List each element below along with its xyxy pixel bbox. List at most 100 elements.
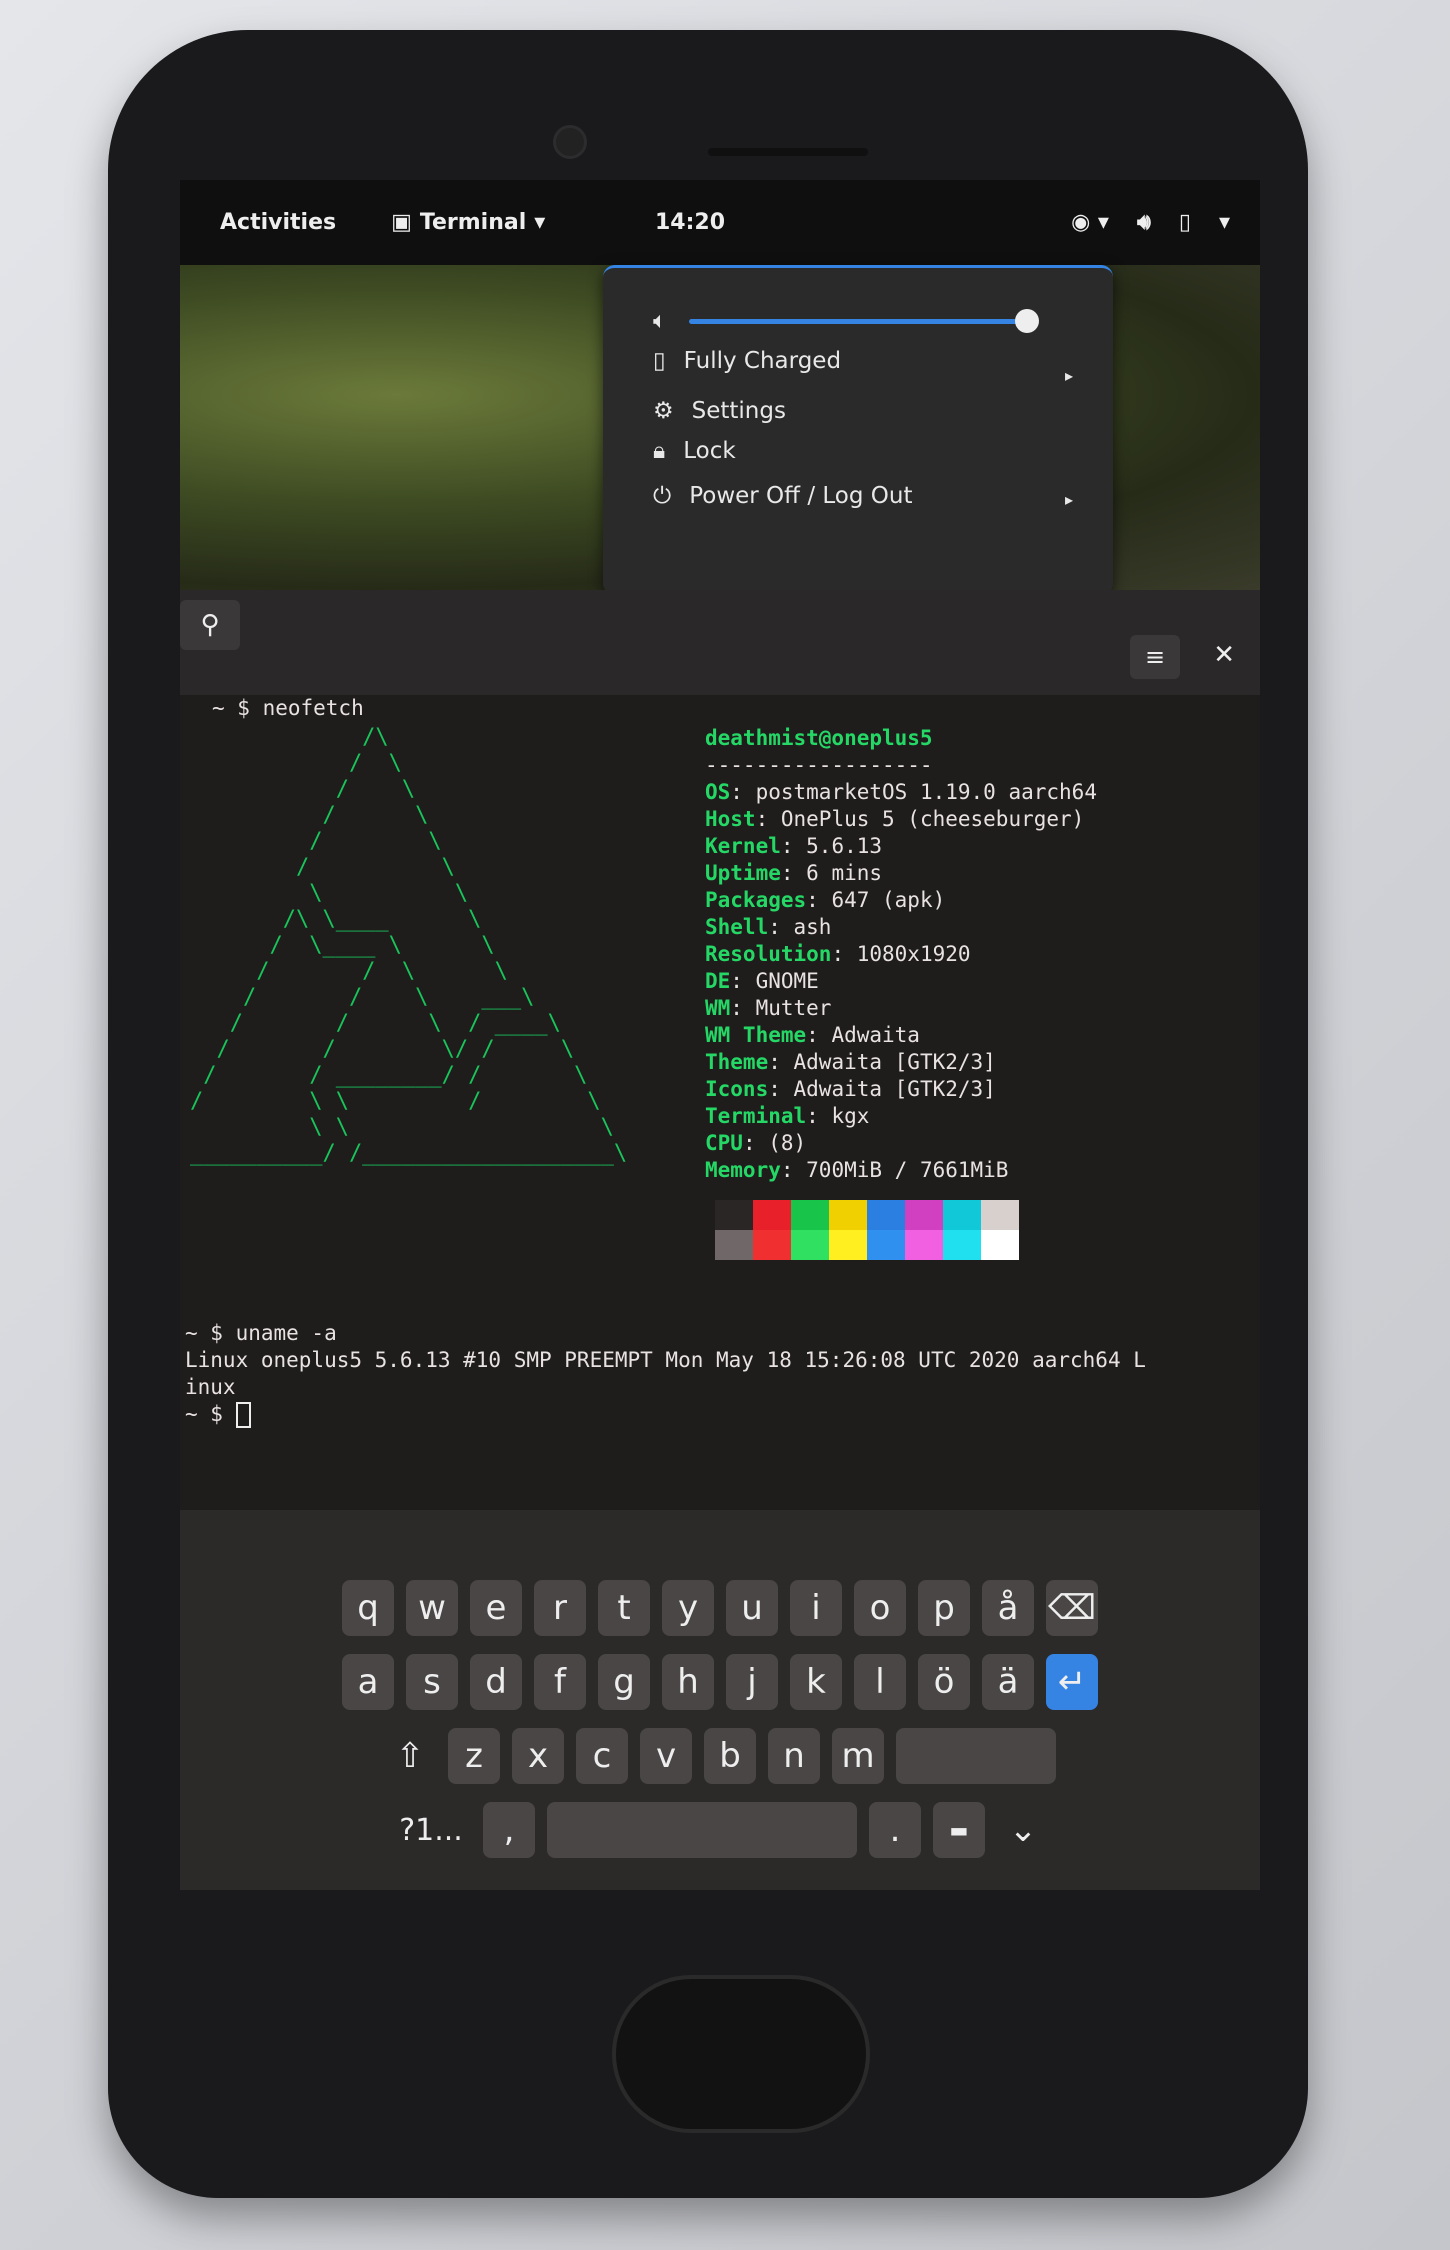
close-button[interactable]: ✕ [1213, 640, 1235, 670]
key[interactable]: e [470, 1580, 522, 1636]
earpiece [708, 148, 868, 156]
key[interactable]: i [790, 1580, 842, 1636]
enter-key[interactable]: ↵ [1046, 1654, 1098, 1710]
command-output: Linux oneplus5 5.6.13 #10 SMP PREEMPT Mo… [185, 1348, 1146, 1399]
info-value: postmarketOS 1.19.0 aarch64 [755, 780, 1097, 804]
menu-item-battery[interactable]: ▯ Fully Charged [653, 348, 1093, 374]
emoji-key[interactable]: ▬ [933, 1802, 985, 1858]
key[interactable]: g [598, 1654, 650, 1710]
info-line: WM Theme: Adwaita [705, 1023, 920, 1047]
app-menu[interactable]: ▣ Terminal ▾ [391, 210, 545, 235]
key[interactable]: ö [918, 1654, 970, 1710]
menu-item-lock[interactable]: 🔒︎ Lock [653, 438, 736, 464]
palette-swatch [981, 1230, 1019, 1260]
palette-swatch [715, 1200, 753, 1230]
palette-swatch [715, 1230, 753, 1260]
info-value: 1080x1920 [856, 942, 971, 966]
symbols-key[interactable]: ?1... [391, 1802, 471, 1858]
volume-icon: 🔊︎ [1136, 210, 1151, 235]
info-line: Shell: ash [705, 915, 832, 939]
settings-label: Settings [691, 398, 786, 424]
key[interactable]: z [448, 1728, 500, 1784]
palette-swatch [867, 1230, 905, 1260]
info-key: Packages [705, 888, 807, 912]
key[interactable]: w [406, 1580, 458, 1636]
volume-track[interactable] [688, 308, 1039, 333]
layout-key[interactable] [896, 1728, 1056, 1784]
info-key: Resolution [705, 942, 832, 966]
key[interactable]: q [342, 1580, 394, 1636]
key[interactable]: j [726, 1654, 778, 1710]
terminal-output[interactable]: ~ $ neofetch /\ / \ / \ / \ / \ / \ \ \ … [180, 695, 1260, 1505]
close-icon: ✕ [1213, 640, 1235, 670]
key[interactable]: x [512, 1728, 564, 1784]
key[interactable]: v [640, 1728, 692, 1784]
prompt-line: ~ $ [185, 1402, 236, 1426]
key[interactable]: u [726, 1580, 778, 1636]
key[interactable]: f [534, 1654, 586, 1710]
palette-swatch [791, 1230, 829, 1260]
info-value: kgx [831, 1104, 870, 1128]
activities-button[interactable]: Activities [220, 210, 336, 235]
comma-key[interactable]: , [483, 1802, 535, 1858]
screen: Activities ▣ Terminal ▾ 14:20 ◉ ▾ 🔊︎ ▯ ▾ 🔈… [180, 180, 1260, 1890]
period-key[interactable]: . [869, 1802, 921, 1858]
info-line: Resolution: 1080x1920 [705, 942, 971, 966]
key[interactable]: ä [982, 1654, 1034, 1710]
info-line: DE: GNOME [705, 969, 819, 993]
palette-swatch [829, 1200, 867, 1230]
key[interactable]: å [982, 1580, 1034, 1636]
key[interactable]: c [576, 1728, 628, 1784]
terminal-icon: ▣ [391, 210, 412, 235]
battery-label: Fully Charged [683, 348, 842, 374]
key[interactable]: m [832, 1728, 884, 1784]
key[interactable]: k [790, 1654, 842, 1710]
key[interactable]: l [854, 1654, 906, 1710]
palette-swatch [943, 1230, 981, 1260]
info-value: OnePlus 5 (cheeseburger) [780, 807, 1085, 831]
menu-item-settings[interactable]: ⚙ Settings [653, 398, 786, 424]
info-value: 6 mins [806, 861, 883, 885]
shift-key[interactable]: ⇧ [384, 1728, 436, 1784]
key[interactable]: n [768, 1728, 820, 1784]
info-value: 700MiB / 7661MiB [806, 1158, 1009, 1182]
backspace-key[interactable]: ⌫ [1046, 1580, 1098, 1636]
menu-button[interactable]: ≡ [1130, 635, 1180, 679]
key[interactable]: a [342, 1654, 394, 1710]
info-line: Icons: Adwaita [GTK2/3] [705, 1077, 996, 1101]
menu-item-power[interactable]: ⏻ Power Off / Log Out [653, 483, 912, 509]
front-camera [553, 125, 587, 159]
info-key: Terminal [705, 1104, 807, 1128]
submenu-arrow-icon: ▸ [1064, 490, 1073, 509]
info-line: Terminal: kgx [705, 1104, 870, 1128]
key[interactable]: h [662, 1654, 714, 1710]
key[interactable]: y [662, 1580, 714, 1636]
volume-knob[interactable] [1014, 308, 1039, 333]
accessibility-icon[interactable]: ◉ ▾ [1071, 210, 1109, 235]
key[interactable]: o [854, 1580, 906, 1636]
status-area[interactable]: ◉ ▾ 🔊︎ ▯ ▾ [1071, 210, 1230, 235]
key[interactable]: r [534, 1580, 586, 1636]
gear-icon: ⚙ [653, 398, 674, 424]
space-key[interactable] [547, 1802, 857, 1858]
system-menu: 🔈︎ ▯ Fully Charged ▸ ⚙ Settings 🔒︎ Lock ⏻ Po… [603, 265, 1113, 595]
postmarketos-logo: /\ / \ / \ / \ / \ / \ \ \ /\ \____ \ / … [190, 725, 628, 1166]
search-button[interactable]: ⚲ [180, 600, 240, 650]
info-value: GNOME [755, 969, 819, 993]
key[interactable]: s [406, 1654, 458, 1710]
key[interactable]: t [598, 1580, 650, 1636]
key[interactable]: b [704, 1728, 756, 1784]
palette-swatch [943, 1200, 981, 1230]
key[interactable]: d [470, 1654, 522, 1710]
battery-icon: ▯ [653, 348, 666, 374]
hide-keyboard-key[interactable]: ⌄ [997, 1802, 1049, 1858]
volume-slider[interactable]: 🔈︎ [653, 308, 1039, 334]
terminal-header: ⚲ ≡ ✕ [180, 590, 1260, 695]
info-key: Shell [705, 915, 769, 939]
home-button[interactable] [612, 1975, 870, 2133]
prompt-line: ~ $ uname -a [185, 1321, 337, 1345]
key[interactable]: p [918, 1580, 970, 1636]
clock[interactable]: 14:20 [655, 210, 725, 235]
app-name: Terminal [419, 210, 527, 235]
info-key: Icons [705, 1077, 769, 1101]
